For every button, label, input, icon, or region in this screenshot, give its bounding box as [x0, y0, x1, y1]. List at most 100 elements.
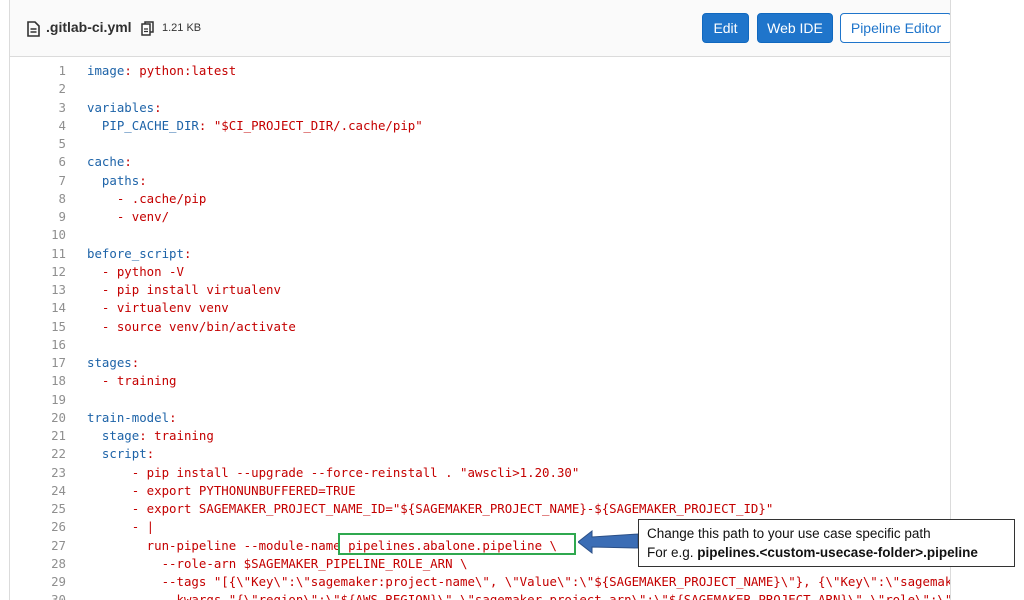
yaml-value: : [131, 355, 140, 370]
yaml-key: before_script [87, 245, 184, 261]
line-content: stages: [87, 354, 139, 372]
yaml-value: : [146, 446, 155, 462]
line-number[interactable]: 4 [10, 117, 66, 135]
line-number[interactable]: 26 [10, 518, 66, 536]
line-number[interactable]: 11 [10, 245, 66, 263]
yaml-value: - training [87, 373, 177, 389]
line-content: paths: [87, 172, 147, 190]
yaml-value: - virtualenv venv [87, 300, 229, 316]
line-content: - pip install virtualenv [87, 281, 281, 299]
code-line: 20 train-model: [10, 409, 950, 427]
line-number[interactable]: 12 [10, 263, 66, 281]
line-number[interactable]: 23 [10, 464, 66, 482]
line-number[interactable]: 5 [10, 135, 66, 153]
code-line: 30 --kwargs "{\"region\":\"${AWS_REGION}… [10, 591, 950, 600]
file-viewer: .gitlab-ci.yml 1.21 KB Edit Web IDE Pipe… [9, 0, 951, 600]
line-number[interactable]: 6 [10, 153, 66, 171]
file-name: .gitlab-ci.yml [46, 19, 132, 35]
line-number[interactable]: 30 [10, 591, 66, 600]
code-line: 29 --tags "[{\"Key\":\"sagemaker:project… [10, 573, 950, 591]
code-line: 13 - pip install virtualenv [10, 281, 950, 299]
yaml-value: - export PYTHONUNBUFFERED=TRUE [87, 482, 356, 498]
line-content: - export SAGEMAKER_PROJECT_NAME_ID="${SA… [87, 500, 774, 518]
yaml-value: --role-arn $SAGEMAKER_PIPELINE_ROLE_ARN … [87, 555, 468, 571]
code-line: 24 - export PYTHONUNBUFFERED=TRUE [10, 482, 950, 500]
code-line: 14 - virtualenv venv [10, 299, 950, 317]
line-number[interactable]: 18 [10, 372, 66, 390]
code-line: 1 image: python:latest [10, 62, 950, 80]
line-content: --kwargs "{\"region\":\"${AWS_REGION}\",… [87, 591, 950, 600]
file-icon [27, 21, 40, 37]
yaml-value: - venv/ [87, 209, 170, 224]
line-number[interactable]: 28 [10, 555, 66, 573]
yaml-value: - python -V [87, 263, 184, 279]
annotation-callout: Change this path to your use case specif… [638, 519, 1015, 567]
yaml-key: cache [87, 154, 125, 170]
pipeline-editor-button[interactable]: Pipeline Editor [840, 13, 950, 43]
code-line: 12 - python -V [10, 263, 950, 281]
line-number[interactable]: 19 [10, 391, 66, 409]
line-number[interactable]: 16 [10, 336, 66, 354]
yaml-value: - source venv/bin/activate [87, 318, 296, 334]
code-line: 17 stages: [10, 354, 950, 372]
annotation-line-2: For e.g. pipelines.<custom-usecase-folde… [647, 543, 1006, 562]
code-line: 7 paths: [10, 172, 950, 190]
code-line: 25 - export SAGEMAKER_PROJECT_NAME_ID="$… [10, 500, 950, 518]
line-content: - venv/ [87, 208, 169, 226]
line-number[interactable]: 1 [10, 62, 66, 80]
line-content: - source venv/bin/activate [87, 318, 296, 336]
line-number[interactable]: 22 [10, 445, 66, 463]
line-number[interactable]: 27 [10, 537, 66, 555]
line-number[interactable]: 25 [10, 500, 66, 518]
line-content: train-model: [87, 409, 177, 427]
yaml-key: paths [87, 172, 140, 188]
line-number[interactable]: 8 [10, 190, 66, 208]
line-content: --role-arn $SAGEMAKER_PIPELINE_ROLE_ARN … [87, 555, 468, 573]
yaml-key: train-model [87, 409, 170, 425]
line-number[interactable]: 10 [10, 226, 66, 244]
yaml-key: variables [87, 99, 155, 115]
line-content: variables: [87, 99, 162, 117]
line-number[interactable]: 13 [10, 281, 66, 299]
line-content: - pip install --upgrade --force-reinstal… [87, 464, 580, 482]
yaml-key: stages [87, 355, 132, 370]
code-line: 2 [10, 80, 950, 98]
code-line: 22 script: [10, 445, 950, 463]
code-line: 3 variables: [10, 99, 950, 117]
yaml-value: : training [139, 428, 214, 443]
annotation-line-1: Change this path to your use case specif… [647, 526, 931, 541]
line-content: - python -V [87, 263, 184, 281]
yaml-value: --tags "[{\"Key\":\"sagemaker:project-na… [87, 574, 951, 589]
line-number[interactable]: 15 [10, 318, 66, 336]
copy-file-path-icon[interactable] [141, 21, 154, 36]
code-line: 8 - .cache/pip [10, 190, 950, 208]
annotation-example-path: pipelines.<custom-usecase-folder>.pipeli… [697, 545, 978, 560]
code-line: 5 [10, 135, 950, 153]
line-number[interactable]: 7 [10, 172, 66, 190]
line-number[interactable]: 17 [10, 354, 66, 372]
line-number[interactable]: 3 [10, 99, 66, 117]
file-size: 1.21 KB [162, 22, 202, 34]
line-number[interactable]: 20 [10, 409, 66, 427]
code-line: 21 stage: training [10, 427, 950, 445]
line-number[interactable]: 9 [10, 208, 66, 226]
line-content: - virtualenv venv [87, 299, 229, 317]
line-content: script: [87, 445, 154, 463]
file-header: .gitlab-ci.yml 1.21 KB Edit Web IDE Pipe… [10, 0, 950, 57]
web-ide-button[interactable]: Web IDE [757, 13, 833, 43]
code-line: 19 [10, 391, 950, 409]
yaml-key: stage [87, 428, 140, 443]
line-number[interactable]: 29 [10, 573, 66, 591]
code-line: 15 - source venv/bin/activate [10, 318, 950, 336]
yaml-value: : [154, 99, 162, 115]
line-number[interactable]: 14 [10, 299, 66, 317]
line-number[interactable]: 21 [10, 427, 66, 445]
line-number[interactable]: 24 [10, 482, 66, 500]
line-number[interactable]: 2 [10, 80, 66, 98]
edit-button[interactable]: Edit [702, 13, 749, 43]
yaml-value: - .cache/pip [87, 190, 207, 206]
line-content: image: python:latest [87, 62, 236, 80]
line-content: - | [87, 518, 154, 536]
line-content: - .cache/pip [87, 190, 207, 208]
code-line: 18 - training [10, 372, 950, 390]
